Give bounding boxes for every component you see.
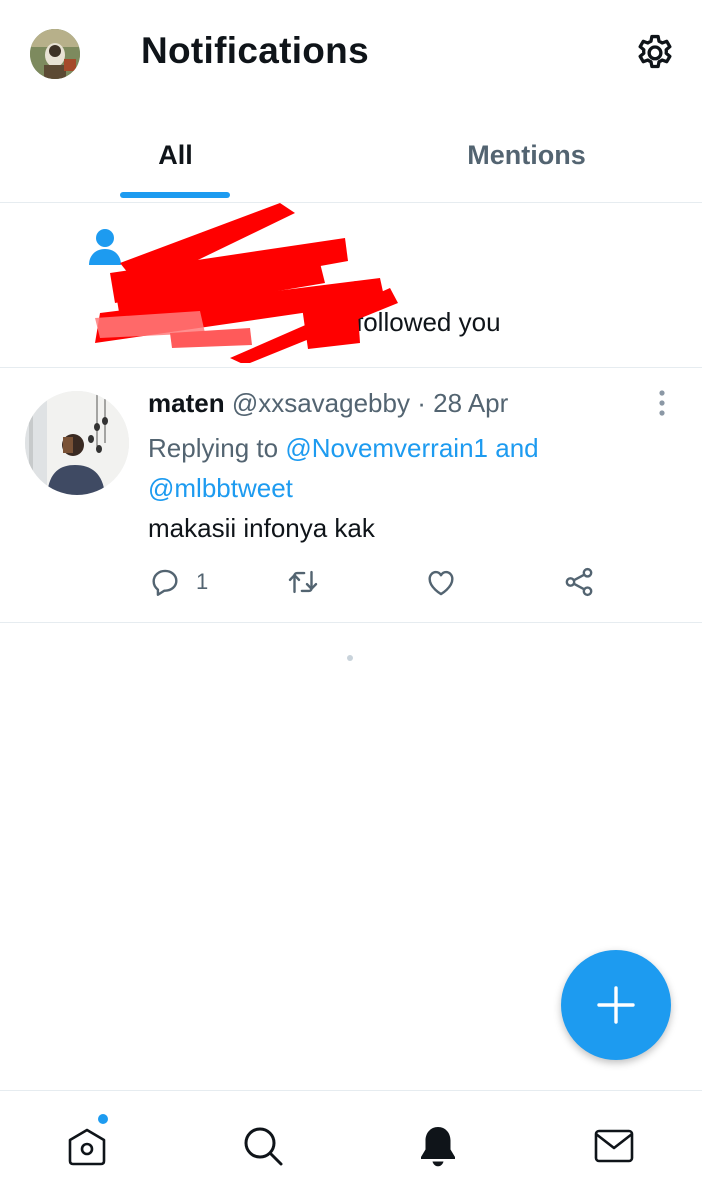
retweet-button[interactable] [286,564,320,600]
replying-and: and [495,433,539,463]
mention-link[interactable]: @Novemverrain1 [285,433,488,463]
search-icon[interactable] [240,1123,286,1169]
plus-icon [597,986,635,1024]
avatar-image [30,29,80,79]
loading-indicator [347,655,353,661]
bottom-navigation [0,1090,702,1201]
tweet-header: maten @xxsavagebby · 28 Apr [148,388,508,419]
follow-notification[interactable]: followed you [0,203,702,368]
tweet-actions: 1 [148,564,608,600]
mail-icon[interactable] [591,1123,637,1169]
tweet-text: makasii infonya kak [148,513,375,543]
home-new-content-badge [98,1114,108,1124]
home-icon[interactable] [64,1123,110,1169]
tab-mentions[interactable]: Mentions [351,108,702,202]
share-button[interactable] [562,564,596,600]
replying-to-line: Replying to @Novemverrain1 and @mlbbtwee… [148,428,618,508]
profile-avatar[interactable] [30,29,80,79]
redaction-scribble [95,203,398,363]
reply-button[interactable]: 1 [148,564,208,600]
avatar-image [25,391,129,495]
bell-icon[interactable] [415,1123,461,1169]
reply-count: 1 [196,569,209,594]
tweet-notification[interactable]: maten @xxsavagebby · 28 Apr Replying to … [0,368,702,623]
retweet-icon [288,570,318,594]
meta-separator: · [417,388,426,418]
tab-all[interactable]: All [0,108,351,202]
mention-link[interactable]: @mlbbtweet [148,473,293,503]
app-header: Notifications [0,0,702,108]
gear-icon[interactable] [633,32,677,76]
replying-prefix: Replying to [148,433,279,463]
tweet-date: 28 Apr [433,388,509,418]
author-handle[interactable]: @xxsavagebby [232,388,410,418]
notification-tabs: All Mentions [0,108,702,203]
heart-icon [428,570,454,596]
reply-icon [152,569,178,596]
compose-tweet-button[interactable] [561,950,671,1060]
more-options-icon[interactable] [652,388,672,418]
author-name[interactable]: maten [148,388,225,418]
page-title: Notifications [141,30,369,71]
tweet-author-avatar[interactable] [25,391,129,495]
like-button[interactable] [424,564,458,600]
share-icon [565,567,593,597]
